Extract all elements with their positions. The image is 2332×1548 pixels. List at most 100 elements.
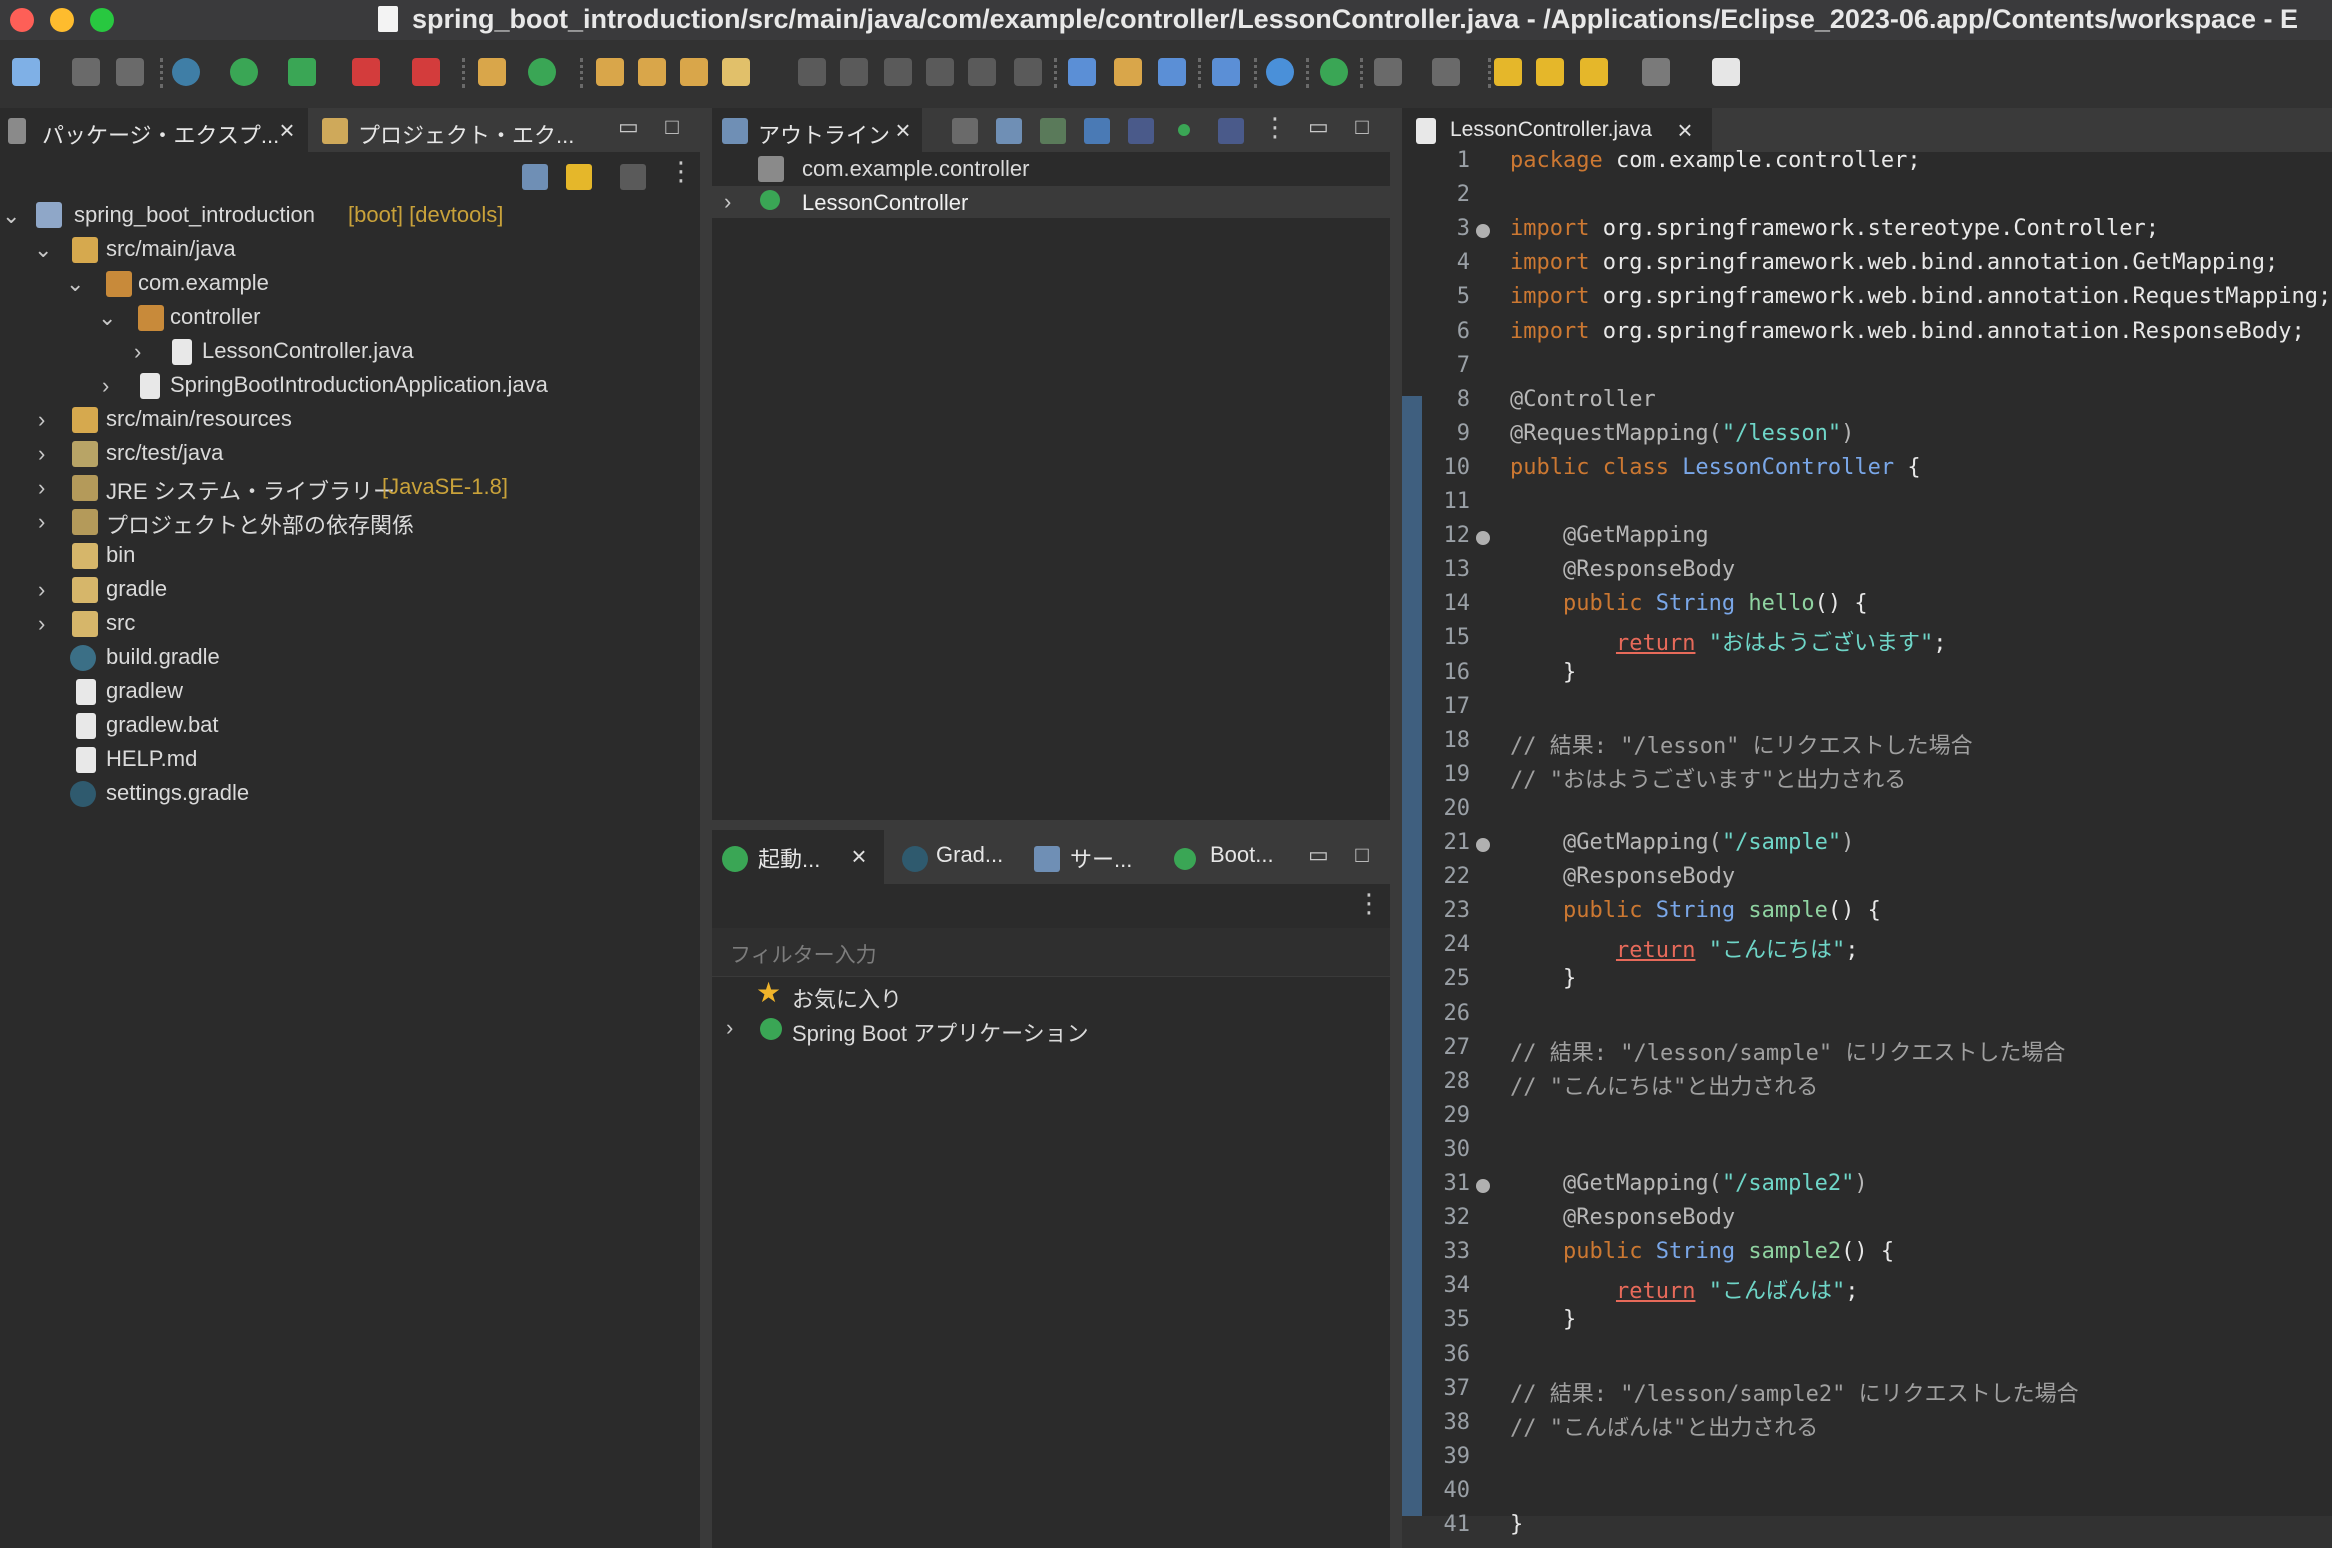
- annotation-icon[interactable]: [798, 58, 826, 86]
- chevron-right-icon[interactable]: ›: [38, 443, 54, 465]
- chevron-right-icon[interactable]: ›: [38, 409, 54, 431]
- edit-icon[interactable]: [722, 58, 750, 86]
- sort-icon[interactable]: [1040, 118, 1066, 144]
- search-spring-icon[interactable]: [1158, 58, 1186, 86]
- tab-project-explorer[interactable]: プロジェクト・エク...: [316, 108, 606, 152]
- tree-item-src-test-java[interactable]: › src/test/java: [0, 438, 700, 470]
- maximize-icon[interactable]: □: [1352, 844, 1372, 866]
- chevron-down-icon[interactable]: ⌄: [66, 273, 84, 295]
- tree-item-gradle[interactable]: › gradle: [0, 574, 700, 606]
- chevron-right-icon[interactable]: ›: [102, 375, 118, 397]
- tree-item-dependencies[interactable]: › プロジェクトと外部の依存関係: [0, 506, 700, 538]
- chevron-right-icon[interactable]: ›: [38, 579, 54, 601]
- chevron-right-icon[interactable]: ›: [38, 511, 54, 533]
- tree-item-controller[interactable]: ⌄ controller: [0, 302, 700, 334]
- tab-boot-dashboard[interactable]: Boot...: [1160, 830, 1290, 884]
- launch-item-favorites[interactable]: ★ お気に入り: [712, 977, 1390, 1012]
- save-icon[interactable]: [72, 58, 100, 86]
- pilcrow-icon[interactable]: [1014, 58, 1042, 86]
- expand-icon[interactable]: [996, 118, 1022, 144]
- hide-local-types-icon[interactable]: [1218, 118, 1244, 144]
- open-type-icon[interactable]: [596, 58, 624, 86]
- sash[interactable]: [1390, 108, 1402, 1548]
- chevron-right-icon[interactable]: ›: [134, 341, 150, 363]
- tree-item-jre-library[interactable]: › JRE システム・ライブラリー [JavaSE-1.8]: [0, 472, 700, 504]
- stop-icon[interactable]: [352, 58, 380, 86]
- outline-item-class[interactable]: › LessonController: [712, 186, 1390, 218]
- collapse-all-icon[interactable]: [522, 164, 548, 190]
- forward-edit-icon[interactable]: [1536, 58, 1564, 86]
- chevron-right-icon[interactable]: ›: [726, 1017, 742, 1039]
- toggle-breadcrumb-icon[interactable]: [926, 58, 954, 86]
- spring-boot-power-icon[interactable]: [1320, 58, 1348, 86]
- tree-item-com-example[interactable]: ⌄ com.example: [0, 268, 700, 300]
- sash[interactable]: [700, 108, 712, 1548]
- mark-icon[interactable]: [884, 58, 912, 86]
- tab-package-explorer[interactable]: パッケージ・エクスプ... ×: [0, 108, 308, 152]
- back-edit-icon[interactable]: [1494, 58, 1522, 86]
- save-all-icon[interactable]: [116, 58, 144, 86]
- previous-annotation-icon[interactable]: [1432, 58, 1460, 86]
- tab-servers[interactable]: サー...: [1024, 830, 1144, 884]
- close-window-button[interactable]: [10, 8, 34, 32]
- close-icon[interactable]: ×: [848, 843, 870, 869]
- hide-fields-icon[interactable]: [1084, 118, 1110, 144]
- chevron-right-icon[interactable]: ›: [38, 613, 54, 635]
- chevron-down-icon[interactable]: ⌄: [2, 205, 20, 227]
- minimize-window-button[interactable]: [50, 8, 74, 32]
- chevron-right-icon[interactable]: ›: [724, 191, 740, 213]
- open-folder-icon[interactable]: [680, 58, 708, 86]
- link-with-editor-icon[interactable]: [566, 164, 592, 190]
- new-java-project-icon[interactable]: [478, 58, 506, 86]
- tree-item-src-main-resources[interactable]: › src/main/resources: [0, 404, 700, 436]
- launch-item-spring-boot[interactable]: › Spring Boot アプリケーション: [712, 1012, 1390, 1047]
- run-icon[interactable]: [230, 58, 258, 86]
- hide-nonpublic-icon[interactable]: [1178, 124, 1190, 136]
- tree-item-help-md[interactable]: HELP.md: [0, 744, 700, 776]
- console-icon[interactable]: [1212, 58, 1240, 86]
- chevron-down-icon[interactable]: ⌄: [34, 239, 52, 261]
- refresh-icon[interactable]: [528, 58, 556, 86]
- fold-toggle-icon[interactable]: [1476, 1179, 1490, 1193]
- maximize-icon[interactable]: □: [662, 116, 682, 138]
- code-editor[interactable]: 1 package com.example.controller; 2 3 import…: [1402, 148, 2332, 1548]
- back-icon[interactable]: [1580, 58, 1608, 86]
- minimize-icon[interactable]: ▭: [1308, 844, 1329, 866]
- tree-item-bin[interactable]: bin: [0, 540, 700, 572]
- tree-item-src-main-java[interactable]: ⌄ src/main/java: [0, 234, 700, 266]
- view-menu-icon[interactable]: ⋮: [1356, 890, 1382, 916]
- debug-icon[interactable]: [172, 58, 200, 86]
- forward-icon[interactable]: [1642, 58, 1670, 86]
- pen-icon[interactable]: [840, 58, 868, 86]
- tab-outline[interactable]: アウトライン ×: [712, 108, 922, 152]
- collapse-all-icon[interactable]: [952, 118, 978, 144]
- run-config-icon[interactable]: [288, 58, 316, 86]
- fold-toggle-icon[interactable]: [1476, 224, 1490, 239]
- tree-item-settings-gradle[interactable]: settings.gradle: [0, 778, 700, 810]
- settings-gear-icon[interactable]: [1266, 58, 1294, 86]
- fold-toggle-icon[interactable]: [1476, 838, 1490, 852]
- tab-lesson-controller[interactable]: LessonController.java ×: [1402, 108, 1712, 152]
- view-menu-icon[interactable]: ⋮: [668, 158, 694, 184]
- close-icon[interactable]: ×: [276, 117, 298, 143]
- close-icon[interactable]: ×: [892, 117, 914, 143]
- open-perspective-icon[interactable]: [1712, 58, 1740, 86]
- fold-toggle-icon[interactable]: [1476, 531, 1490, 546]
- view-menu-icon[interactable]: ⋮: [1262, 114, 1288, 140]
- chevron-down-icon[interactable]: ⌄: [98, 307, 116, 329]
- outline-item-package[interactable]: com.example.controller: [712, 152, 1390, 184]
- tree-item-gradlew-bat[interactable]: gradlew.bat: [0, 710, 700, 742]
- new-icon[interactable]: [12, 58, 40, 86]
- chevron-right-icon[interactable]: ›: [38, 477, 54, 499]
- close-icon[interactable]: ×: [1674, 117, 1696, 143]
- tree-item-build-gradle[interactable]: build.gradle: [0, 642, 700, 674]
- tab-launch[interactable]: 起動... ×: [712, 830, 884, 884]
- next-annotation-icon[interactable]: [1374, 58, 1402, 86]
- new-task-icon[interactable]: [1114, 58, 1142, 86]
- hide-static-icon[interactable]: [1128, 118, 1154, 144]
- tree-item-application[interactable]: › SpringBootIntroductionApplication.java: [0, 370, 700, 402]
- open-task-icon[interactable]: [1068, 58, 1096, 86]
- zoom-window-button[interactable]: [90, 8, 114, 32]
- tree-item-gradlew[interactable]: gradlew: [0, 676, 700, 708]
- filter-icon[interactable]: [620, 164, 646, 190]
